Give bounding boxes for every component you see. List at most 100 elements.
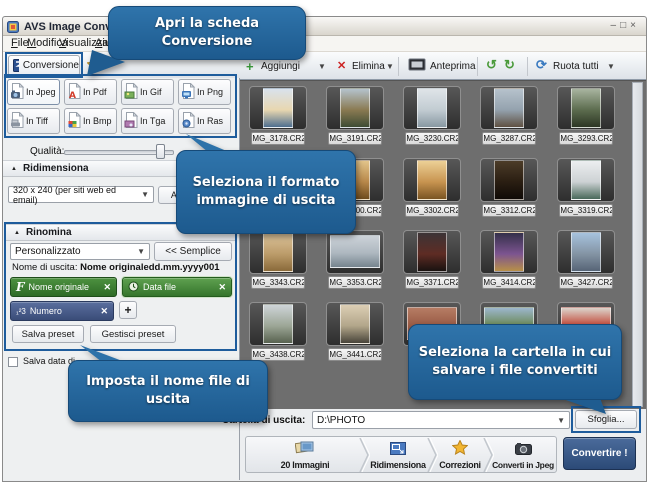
rotate-all-dropdown-arrow[interactable]: ▼ [607,62,615,71]
thumbnail-filename: IMG_3230.CR2 [405,132,459,145]
thumbnail-tile[interactable] [480,86,538,130]
rotate-all-icon: ⟳ [536,57,547,73]
thumbnail-tile[interactable] [326,230,384,274]
format-button-in-pdf[interactable]: AIn Pdf [64,79,117,105]
format-button-in-jpeg[interactable]: In Jpeg [7,79,60,105]
jpeg-file-icon [10,83,25,101]
format-button-in-tiff[interactable]: In Tiff [7,108,60,134]
thumbnail-photo [494,160,524,200]
quality-slider-handle[interactable] [156,144,165,159]
resize-preset-value: 320 x 240 (per siti web ed email) [13,185,141,205]
app-icon [7,20,21,33]
thumbnail-tile[interactable] [249,86,307,130]
tiff-file-icon [10,112,25,130]
thumbnail-filename: IMG_3293.CR2 [559,132,613,145]
rename-tag-numero[interactable]: ₁²3Numero✕ [10,301,114,321]
delete-button[interactable]: Elimina [352,61,385,72]
chevron-down-icon: ▼ [137,247,145,256]
thumbnail-filename: IMG_3353.CR2 [328,276,382,289]
thumbnail-tile[interactable] [480,230,538,274]
thumbnail-tile[interactable] [480,158,538,202]
thumbnail-filename: IMG_3441.CR2 [328,348,382,361]
format-label: In Tiff [26,116,48,126]
step-label: Converti in Jpeg [492,460,554,470]
png-file-icon [181,83,196,101]
thumbnail-filename: IMG_3302.CR2 [405,204,459,217]
gif-file-icon [124,83,139,101]
format-button-in-ras[interactable]: In Ras [178,108,231,134]
rotate-all-button[interactable]: Ruota tutti [553,61,599,72]
add-button[interactable]: Aggiungi [261,61,300,72]
thumbnail-tile[interactable] [557,86,615,130]
thumbnail-tile[interactable] [326,302,384,346]
thumbnail-tile[interactable] [249,302,307,346]
maximize-button[interactable]: □ [620,20,630,31]
rename-tag-data-file[interactable]: Data file✕ [122,277,232,297]
thumbnail-tile[interactable] [403,158,461,202]
delete-dropdown-arrow[interactable]: ▼ [386,62,394,71]
format-label: In Tga [140,116,165,126]
conversione-tab-icon [13,59,19,72]
number-123-icon: ₁²3 [16,307,26,316]
rename-mode-dropdown[interactable]: Personalizzato ▼ [10,243,150,260]
preview-button[interactable]: Anteprima [430,61,476,72]
output-folder-dropdown[interactable]: D:\PHOTO ▼ [312,411,570,429]
thumbnail-photo [263,304,293,344]
remove-tag-icon[interactable]: ✕ [100,306,108,317]
add-tag-button[interactable]: + [119,301,137,319]
rotate-left-icon[interactable]: ↺ [486,57,497,73]
quality-label: Qualità: [30,146,64,157]
format-button-in-bmp[interactable]: In Bmp [64,108,117,134]
remove-tag-icon[interactable]: ✕ [218,282,226,293]
minimize-button[interactable]: – [611,20,621,31]
thumbnail-tile[interactable] [403,230,461,274]
output-name-value: Nome originaledd.mm.yyyy001 [80,262,219,273]
thumbnail-filename: IMG_3427.CR2 [559,276,613,289]
convert-button[interactable]: Convertire ! [563,437,636,470]
rename-mode-value: Personalizzato [15,246,81,257]
tga-file-icon [124,112,139,130]
format-button-in-png[interactable]: In Png [178,79,231,105]
step-correzioni[interactable]: Correzioni [432,437,488,472]
thumbnail-tile[interactable] [403,86,461,130]
add-dropdown-arrow[interactable]: ▼ [318,62,326,71]
output-name-label: Nome di uscita: [12,262,77,273]
thumbnail-photo [417,160,447,200]
collapse-arrow-icon: ▲ [11,166,17,172]
pdf-file-icon: A [67,83,82,101]
manage-preset-button[interactable]: Gestisci preset [90,325,176,343]
resize-preset-dropdown[interactable]: 320 x 240 (per siti web ed email) ▼ [8,186,154,203]
thumbnail-tile[interactable] [249,230,307,274]
chevron-down-icon: ▼ [141,190,149,199]
thumbnail-photo [494,88,524,128]
close-button[interactable]: × [630,20,640,31]
step-ridimensiona[interactable]: Ridimensiona [364,437,432,472]
toolbar-separator [477,57,478,76]
add-icon: + [246,59,254,74]
thumbnail-tile[interactable] [557,158,615,202]
thumbnail-tile[interactable] [557,230,615,274]
format-button-in-gif[interactable]: In Gif [121,79,174,105]
thumbnail-photo [571,88,601,128]
step-20-immagini[interactable]: 20 Immagini [246,437,364,472]
photos-icon [295,439,315,460]
bmp-file-icon [67,112,82,130]
tab-conversione[interactable]: Conversione [8,55,80,76]
step-label: 20 Immagini [281,460,330,470]
vertical-scrollbar[interactable] [632,82,643,407]
rename-simple-button[interactable]: << Semplice [154,242,232,261]
thumbnail-tile[interactable] [326,86,384,130]
save-date-checkbox[interactable] [8,357,18,367]
format-button-in-tga[interactable]: In Tga [121,108,174,134]
thumbnail-filename: IMG_3312.CR2 [482,204,536,217]
remove-tag-icon[interactable]: ✕ [103,282,111,293]
tab-conversione-label: Conversione [23,60,79,71]
toolbar-separator [398,57,399,76]
rename-tag-nome-originale[interactable]: FNome originale✕ [10,277,117,297]
step-converti-in-jpeg[interactable]: Converti in Jpeg [488,437,558,472]
callout-text: Apri la scheda Conversione [108,6,306,60]
step-label: Correzioni [439,460,481,470]
rotate-right-icon[interactable]: ↻ [504,57,515,73]
step-label: Ridimensiona [370,460,425,470]
save-preset-button[interactable]: Salva preset [12,325,84,343]
